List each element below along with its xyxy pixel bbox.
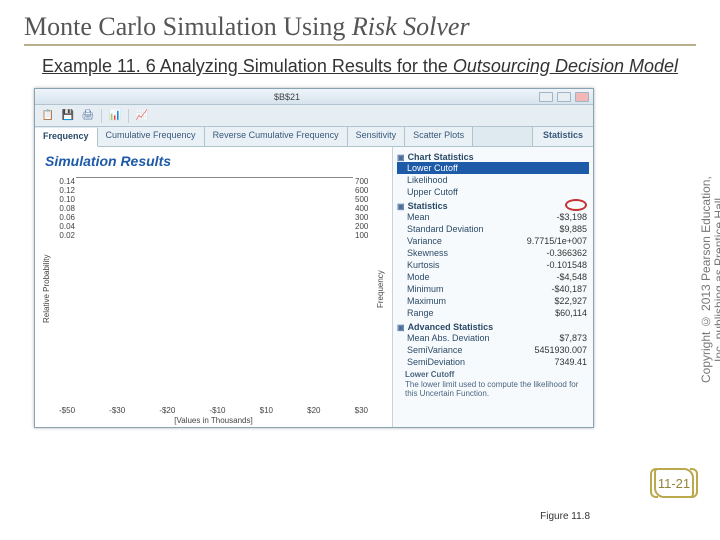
window-titlebar: $B$21 bbox=[35, 89, 593, 105]
adv-stat-value: 7349.41 bbox=[554, 357, 587, 367]
statistics-header[interactable]: ▣Statistics bbox=[397, 201, 589, 211]
stat-value: $9,885 bbox=[559, 224, 587, 234]
stat-label: Range bbox=[407, 308, 434, 318]
chart-stat-label: Lower Cutoff bbox=[407, 163, 458, 173]
statistics-pane: ▣Chart Statistics Lower Cutoff Likelihood… bbox=[393, 147, 593, 427]
stat-row[interactable]: Kurtosis -0.101548 bbox=[397, 259, 589, 271]
chart-stat-row[interactable]: Lower Cutoff bbox=[397, 162, 589, 174]
subtitle-ital: Outsourcing Decision Model bbox=[453, 56, 678, 76]
figure-label: Figure 11.8 bbox=[540, 511, 590, 522]
chart-statistics-header[interactable]: ▣Chart Statistics bbox=[397, 152, 589, 162]
subtitle-prefix: Example 11. 6 Analyzing Simulation Resul… bbox=[42, 56, 453, 76]
twisty-icon: ▣ bbox=[397, 323, 405, 332]
tab-scatter[interactable]: Scatter Plots bbox=[405, 127, 473, 146]
stat-label: Mean bbox=[407, 212, 430, 222]
tab-frequency[interactable]: Frequency bbox=[35, 128, 98, 147]
print-icon[interactable]: 🖨 bbox=[81, 109, 95, 123]
adv-stat-label: SemiDeviation bbox=[407, 357, 465, 367]
y-axis-label-left: Relative Probability bbox=[41, 173, 52, 405]
stat-row[interactable]: Minimum -$40,187 bbox=[397, 283, 589, 295]
stat-label: Kurtosis bbox=[407, 260, 440, 270]
stat-value: -$4,548 bbox=[556, 272, 587, 282]
stat-value: -$3,198 bbox=[556, 212, 587, 222]
footer-bold: Lower Cutoff bbox=[405, 370, 585, 380]
maximize-button[interactable] bbox=[557, 92, 571, 102]
stat-row[interactable]: Range $60,114 bbox=[397, 307, 589, 319]
example-subtitle: Example 11. 6 Analyzing Simulation Resul… bbox=[42, 54, 678, 78]
stat-value: -$40,187 bbox=[551, 284, 587, 294]
twisty-icon: ▣ bbox=[397, 153, 405, 162]
stat-label: Mode bbox=[407, 272, 430, 282]
toolbar: 📋 💾 🖨 📊 📈 bbox=[35, 105, 593, 127]
close-button[interactable] bbox=[575, 92, 589, 102]
adv-stat-row[interactable]: SemiVariance 5451930.007 bbox=[397, 344, 589, 356]
stat-label: Skewness bbox=[407, 248, 448, 258]
tab-reverse-cumulative[interactable]: Reverse Cumulative Frequency bbox=[205, 127, 348, 146]
copyright-text: Copyright © 2013 Pearson Education, Inc.… bbox=[700, 170, 716, 390]
chart-area: Relative Probability 0.14 0.12 0.10 0.08… bbox=[41, 173, 386, 405]
chart-style-icon[interactable]: 📈 bbox=[135, 109, 149, 123]
chart-stat-row[interactable]: Upper Cutoff bbox=[397, 186, 589, 198]
stat-value: $60,114 bbox=[555, 308, 587, 318]
adv-stat-value: 5451930.007 bbox=[534, 345, 587, 355]
slide: Monte Carlo Simulation Using Risk Solver… bbox=[0, 0, 720, 540]
histogram-plot: 0.14 0.12 0.10 0.08 0.06 0.04 0.02 700 6… bbox=[76, 177, 353, 178]
chart-stat-label: Upper Cutoff bbox=[407, 187, 458, 197]
footer-note: Lower Cutoff The lower limit used to com… bbox=[397, 368, 589, 401]
x-axis-label: [Values in Thousands] bbox=[41, 416, 386, 425]
toolbar-separator bbox=[101, 109, 102, 123]
toolbar-separator bbox=[128, 109, 129, 123]
stat-value: 9.7715/1e+007 bbox=[527, 236, 587, 246]
stat-row[interactable]: Variance 9.7715/1e+007 bbox=[397, 235, 589, 247]
adv-stat-row[interactable]: SemiDeviation 7349.41 bbox=[397, 356, 589, 368]
slide-title: Monte Carlo Simulation Using Risk Solver bbox=[24, 12, 696, 46]
view-tabs: Frequency Cumulative Frequency Reverse C… bbox=[35, 127, 593, 147]
stat-label: Maximum bbox=[407, 296, 446, 306]
tab-cumulative[interactable]: Cumulative Frequency bbox=[98, 127, 205, 146]
cell-reference: $B$21 bbox=[39, 92, 535, 102]
footer-text: The lower limit used to compute the like… bbox=[405, 380, 578, 399]
stat-value: -0.101548 bbox=[546, 260, 587, 270]
adv-stat-value: $7,873 bbox=[559, 333, 587, 343]
chart-title: Simulation Results bbox=[45, 153, 386, 169]
chart-stat-row[interactable]: Likelihood bbox=[397, 174, 589, 186]
save-icon[interactable]: 💾 bbox=[61, 109, 75, 123]
adv-stat-label: Mean Abs. Deviation bbox=[407, 333, 490, 343]
stat-row[interactable]: Mode -$4,548 bbox=[397, 271, 589, 283]
stat-value: -0.366362 bbox=[546, 248, 587, 258]
tab-statistics[interactable]: Statistics bbox=[532, 127, 593, 146]
y-axis-label-right: Frequency bbox=[375, 173, 386, 405]
stat-label: Standard Deviation bbox=[407, 224, 484, 234]
adv-stat-label: SemiVariance bbox=[407, 345, 462, 355]
simulation-window: $B$21 📋 💾 🖨 📊 📈 Frequency Cumulative Fre… bbox=[34, 88, 594, 428]
minimize-button[interactable] bbox=[539, 92, 553, 102]
window-body: Simulation Results Relative Probability … bbox=[35, 147, 593, 427]
copy-icon[interactable]: 📋 bbox=[41, 109, 55, 123]
title-prefix: Monte Carlo Simulation Using bbox=[24, 12, 352, 41]
stat-label: Minimum bbox=[407, 284, 444, 294]
chart-pane: Simulation Results Relative Probability … bbox=[35, 147, 393, 427]
page-number-badge: 11-21 bbox=[654, 468, 694, 498]
chart-stat-label: Likelihood bbox=[407, 175, 448, 185]
stat-row[interactable]: Mean -$3,198 bbox=[397, 211, 589, 223]
stat-row[interactable]: Skewness -0.366362 bbox=[397, 247, 589, 259]
stat-row[interactable]: Standard Deviation $9,885 bbox=[397, 223, 589, 235]
stat-label: Variance bbox=[407, 236, 442, 246]
title-ital: Risk Solver bbox=[352, 12, 470, 41]
stat-row[interactable]: Maximum $22,927 bbox=[397, 295, 589, 307]
advanced-statistics-header[interactable]: ▣Advanced Statistics bbox=[397, 322, 589, 332]
page-number: 11-21 bbox=[658, 476, 690, 491]
chart-icon[interactable]: 📊 bbox=[108, 109, 122, 123]
x-ticks: -$50 -$30 -$20 -$10 $10 $20 $30 bbox=[59, 405, 368, 415]
adv-stat-row[interactable]: Mean Abs. Deviation $7,873 bbox=[397, 332, 589, 344]
tab-sensitivity[interactable]: Sensitivity bbox=[348, 127, 406, 146]
twisty-icon: ▣ bbox=[397, 202, 405, 211]
stat-value: $22,927 bbox=[554, 296, 587, 306]
